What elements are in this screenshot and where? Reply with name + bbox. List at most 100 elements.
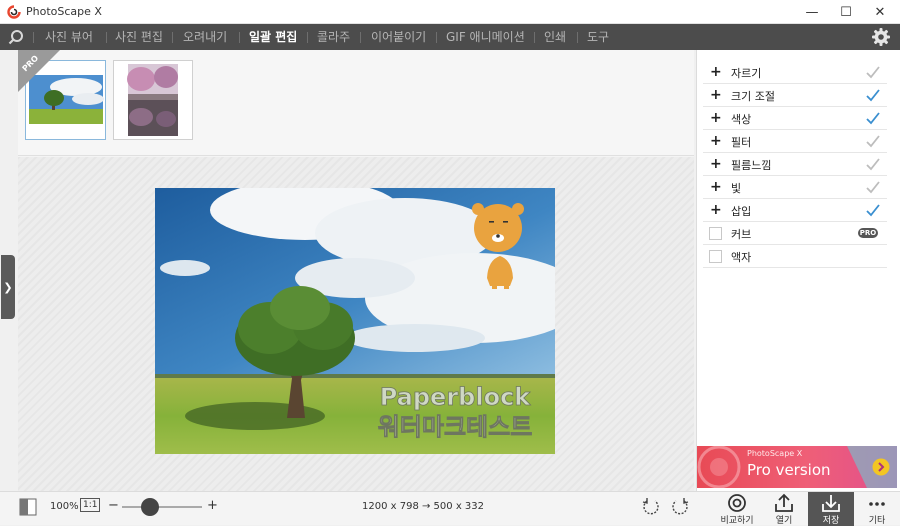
split-view-icon[interactable] [19,498,37,516]
menu-separator [106,32,107,43]
tool-label: 자르기 [731,67,762,80]
pro-badge: PRO [858,228,878,238]
title-bar: PhotoScape X — ☐ ✕ [0,0,900,24]
tool-label: 필터 [731,136,752,149]
zoom-out-button[interactable]: − [108,498,119,513]
save-button[interactable]: 저장 [808,492,854,526]
tool-item-crop[interactable]: + 자르기 [703,61,887,84]
tool-label: 색상 [731,113,752,126]
more-dots-icon [869,502,885,506]
pro-corner-badge: PRO [18,50,60,92]
check-icon [866,158,880,171]
work-area: PRO Paperblock 워터마크테스트 [18,50,694,491]
checkbox[interactable] [709,250,722,263]
app-title: PhotoScape X [26,5,102,18]
check-icon [866,89,880,102]
menu-collage[interactable]: 콜라주 [317,24,350,50]
arrow-right-circle-icon [872,458,890,476]
menu-cut-out[interactable]: 오려내기 [183,24,227,50]
tool-item-resize[interactable]: + 크기 조절 [703,84,887,107]
ad-brand: PhotoScape X [747,449,803,458]
save-label: 저장 [822,516,840,526]
zoom-in-button[interactable]: + [207,498,218,513]
check-icon [866,66,880,79]
menu-separator [307,32,308,43]
rotate-left-icon[interactable] [641,497,661,517]
pro-version-ad-banner[interactable]: PhotoScape X Pro version [697,446,897,488]
search-icon[interactable] [7,28,25,46]
gear-icon[interactable] [871,27,891,47]
menu-separator [33,32,34,43]
tool-item-insert[interactable]: + 삽입 [703,199,887,222]
image-dimensions: 1200 x 798 → 500 x 332 [362,501,484,512]
main-menu-bar: 사진 뷰어 사진 편집 오려내기 일괄 편집 콜라주 이어붙이기 GIF 애니메… [0,24,900,50]
zoom-slider-thumb[interactable] [141,498,159,516]
download-icon [822,495,840,512]
menu-separator [172,32,173,43]
rotate-right-icon[interactable] [670,497,690,517]
main-preview-photo[interactable]: Paperblock 워터마크테스트 [155,188,555,454]
tool-label: 필름느낌 [731,159,772,172]
watermark-line-1: Paperblock [380,383,532,411]
actual-size-button[interactable]: 1:1 [80,498,101,512]
thumbnail-blossom-image [114,61,192,139]
menu-photo-viewer[interactable]: 사진 뷰어 [45,24,93,50]
tool-label: 커브 [731,228,752,241]
zoom-slider-track[interactable] [122,506,202,508]
menu-print[interactable]: 인쇄 [544,24,566,50]
ad-text: Pro version [747,461,831,479]
menu-combine[interactable]: 이어붙이기 [371,24,426,50]
menu-separator [534,32,535,43]
plus-icon: + [710,87,722,103]
menu-gif-animation[interactable]: GIF 애니메이션 [446,24,525,50]
tool-item-filter[interactable]: + 필터 [703,130,887,153]
close-button[interactable]: ✕ [863,0,897,24]
menu-photo-editor[interactable]: 사진 편집 [115,24,163,50]
compare-button[interactable]: 비교하기 [714,492,760,526]
compare-label: 비교하기 [720,516,754,526]
expand-sidebar-button[interactable]: ❯ [1,255,15,319]
tool-item-color[interactable]: + 색상 [703,107,887,130]
preview-canvas: Paperblock 워터마크테스트 [18,157,694,491]
maximize-button[interactable]: ☐ [829,0,863,24]
checkbox[interactable] [709,227,722,240]
minimize-button[interactable]: — [795,0,829,24]
tool-item-curves[interactable]: 커브 PRO [703,222,887,245]
open-label: 열기 [775,516,793,526]
menu-separator [436,32,437,43]
more-label: 기타 [868,516,886,526]
chevron-right-icon: ❯ [3,280,13,294]
tool-item-film[interactable]: + 필름느낌 [703,153,887,176]
compare-icon [728,494,746,512]
photoscape-logo-icon [7,5,21,19]
tools-panel: + 자르기 + 크기 조절 + 색상 + 필터 + 필름느낌 + 빛 + 삽입 … [696,50,900,491]
check-icon [866,204,880,217]
menu-separator [239,32,240,43]
tool-item-frame[interactable]: 액자 [703,245,887,268]
thumbnail-strip: PRO [18,50,694,156]
thumbnail-blossom-photo[interactable] [113,60,193,140]
plus-icon: + [710,156,722,172]
check-icon [866,181,880,194]
bottom-toolbar: 100% 1:1 − + 1200 x 798 → 500 x 332 비교하기… [0,491,900,526]
tool-label: 빛 [731,182,742,195]
plus-icon: + [710,133,722,149]
plus-icon: + [710,64,722,80]
menu-batch-edit[interactable]: 일괄 편집 [249,24,297,50]
check-icon [866,135,880,148]
tool-label: 액자 [731,251,752,264]
open-button[interactable]: 열기 [761,492,807,526]
more-button[interactable]: 기타 [854,492,900,526]
zoom-percent[interactable]: 100% [50,501,79,512]
menu-separator [360,32,361,43]
menu-tools[interactable]: 도구 [587,24,609,50]
plus-icon: + [710,202,722,218]
tool-label: 크기 조절 [731,90,775,103]
upload-icon [775,493,793,512]
tool-item-light[interactable]: + 빛 [703,176,887,199]
tool-label: 삽입 [731,205,752,218]
plus-icon: + [710,179,722,195]
watermark-line-2: 워터마크테스트 [378,413,533,441]
landscape-photo: Paperblock 워터마크테스트 [155,188,555,454]
plus-icon: + [710,110,722,126]
